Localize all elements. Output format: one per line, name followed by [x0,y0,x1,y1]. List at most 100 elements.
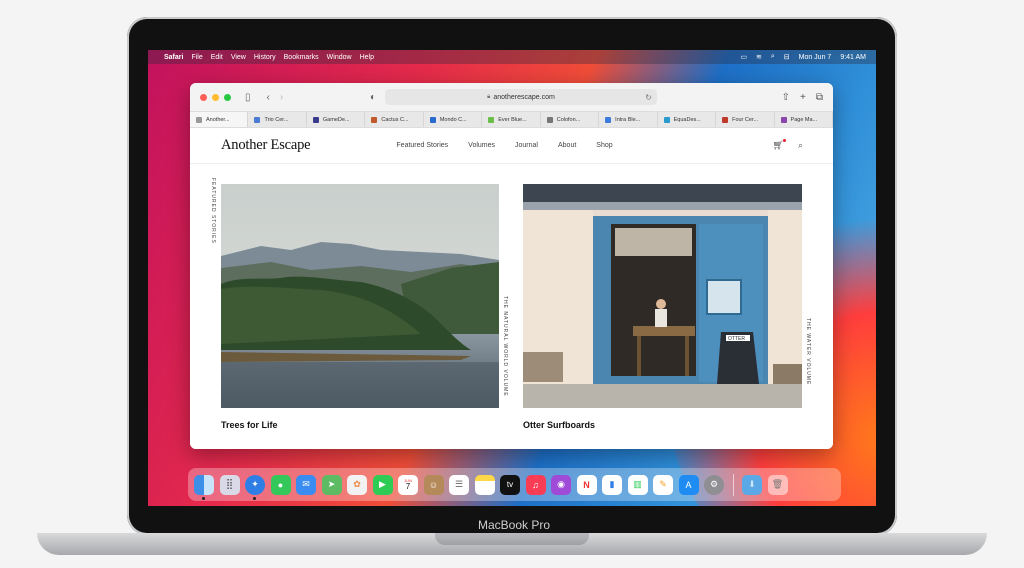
address-bar[interactable]: 🔒︎ anotherescape.com ↻ [385,89,657,105]
favicon [196,116,202,123]
sidebar-icon[interactable]: ▯ [245,92,251,103]
menu-view[interactable]: View [231,54,246,61]
featured-stories-label: FEATURED STORIES [210,178,216,244]
system-preferences-icon[interactable]: ⚙ [704,474,724,495]
podcasts-icon[interactable]: ◉ [551,474,571,495]
tab-overview-icon[interactable]: ⧉ [816,92,823,103]
nav-shop[interactable]: Shop [596,142,612,149]
tab-label: Colofon... [556,116,581,123]
otter-surfboards-image[interactable]: OTTER [523,184,802,408]
sign-text: OTTER [728,336,745,342]
privacy-shield-icon[interactable]: ◐ [370,92,376,103]
menu-help[interactable]: Help [360,54,374,61]
contacts-icon[interactable]: ☺ [423,474,444,495]
tab-trio[interactable]: Trio Cer... [248,112,307,127]
pages-icon[interactable]: ✎ [653,474,673,495]
menu-app-name[interactable]: Safari [164,54,183,61]
tab-four-cer[interactable]: Four Cer... [716,112,775,127]
favicon [722,116,729,123]
reminders-icon[interactable]: ☰ [449,474,469,495]
tab-another-escape[interactable]: Another... [190,112,249,127]
menu-date[interactable]: Mon Jun 7 [799,54,832,61]
finder-icon[interactable] [194,474,214,500]
tab-label: Intra Ble... [615,116,641,123]
messages-icon[interactable]: ● [270,474,291,495]
tab-colofon[interactable]: Colofon... [541,112,600,127]
trash-icon[interactable]: 🗑︎ [767,474,788,495]
favicon [254,116,261,123]
landscape-illustration [221,184,499,408]
safari-icon[interactable]: ✦ [245,474,265,500]
menu-history[interactable]: History [254,54,276,61]
numbers-icon[interactable]: ▥ [627,474,648,495]
tab-mondo[interactable]: Mondo C... [424,112,483,127]
site-logo[interactable]: Another Escape [221,137,311,154]
zoom-button[interactable] [224,93,231,101]
downloads-folder-icon[interactable]: ⬇ [742,474,762,495]
nav-journal[interactable]: Journal [515,142,538,149]
tab-page-ma[interactable]: Page Ma... [775,112,833,127]
favicon [371,116,378,123]
favicon [429,116,436,123]
nav-volumes[interactable]: Volumes [468,142,495,149]
menu-edit[interactable]: Edit [211,54,223,61]
mail-icon[interactable]: ✉ [296,474,316,495]
tab-ever-blue[interactable]: Ever Blue... [482,112,541,127]
tab-label: Another... [206,116,230,123]
launchpad-icon[interactable]: ⣿ [219,474,240,495]
news-icon[interactable]: N [576,474,597,495]
battery-icon[interactable]: ▭ [740,53,747,61]
keynote-icon[interactable]: ▮ [602,474,622,495]
card-title-otter-surfboards[interactable]: Otter Surfboards [523,420,595,430]
app-store-icon[interactable]: A [678,474,699,495]
tab-label: Trio Cer... [264,116,289,123]
favicon [663,116,670,123]
nav-featured-stories[interactable]: Featured Stories [396,142,448,149]
menu-bookmarks[interactable]: Bookmarks [284,54,319,61]
notes-icon[interactable] [474,474,495,495]
wifi-icon[interactable]: ≋ [756,53,762,61]
natural-world-volume-label: THE NATURAL WORLD VOLUME [502,296,508,397]
favicon [488,116,495,123]
search-icon[interactable]: ⌕ [771,53,775,61]
menu-window[interactable]: Window [327,54,352,61]
maps-icon[interactable]: ➤ [321,474,342,495]
nav-about[interactable]: About [558,142,576,149]
tab-label: EquaDes... [673,116,701,123]
facetime-icon[interactable]: ▶ [372,474,393,495]
forward-icon[interactable]: › [280,92,283,103]
tab-label: Ever Blue... [498,116,527,123]
search-icon[interactable]: ⌕ [798,140,803,151]
photos-icon[interactable]: ✿ [347,474,367,495]
share-icon[interactable]: ⇧ [782,92,790,103]
close-button[interactable] [200,93,207,101]
back-icon[interactable]: ‹ [267,92,270,103]
traffic-lights [200,93,231,101]
site-actions: 🛒︎ ⌕ [773,139,803,151]
tab-gamede[interactable]: GameDe... [307,112,366,127]
tab-intra-ble[interactable]: Intra Ble... [599,112,658,127]
tv-icon[interactable]: tv [500,474,520,495]
music-icon[interactable]: ♫ [525,474,546,495]
menu-file[interactable]: File [191,54,202,61]
new-tab-icon[interactable]: + [800,92,806,103]
favicon [546,116,553,123]
web-page: Another Escape Featured Stories Volumes … [190,128,833,449]
tab-equades[interactable]: EquaDes... [658,112,717,127]
menu-time[interactable]: 9:41 AM [840,54,866,61]
site-header: Another Escape Featured Stories Volumes … [190,128,833,164]
reload-icon[interactable]: ↻ [645,93,652,102]
water-volume-label: THE WATER VOLUME [805,318,811,386]
control-center-icon[interactable]: ⊟ [784,53,790,61]
card-title-trees-for-life[interactable]: Trees for Life [221,420,278,430]
calendar-icon[interactable]: JUN 7 [398,474,418,495]
favicon [312,116,319,123]
favicon [605,116,612,123]
cart-icon[interactable]: 🛒︎ [773,139,786,151]
minimize-button[interactable] [212,93,219,101]
menu-extras: ▭ ≋ ⌕ ⊟ Mon Jun 7 9:41 AM [740,53,876,61]
tab-cactus[interactable]: Cactus C... [365,112,424,127]
tab-label: Cactus C... [381,116,409,123]
lock-icon: 🔒︎ [487,93,491,100]
trees-for-life-image[interactable] [221,184,499,408]
